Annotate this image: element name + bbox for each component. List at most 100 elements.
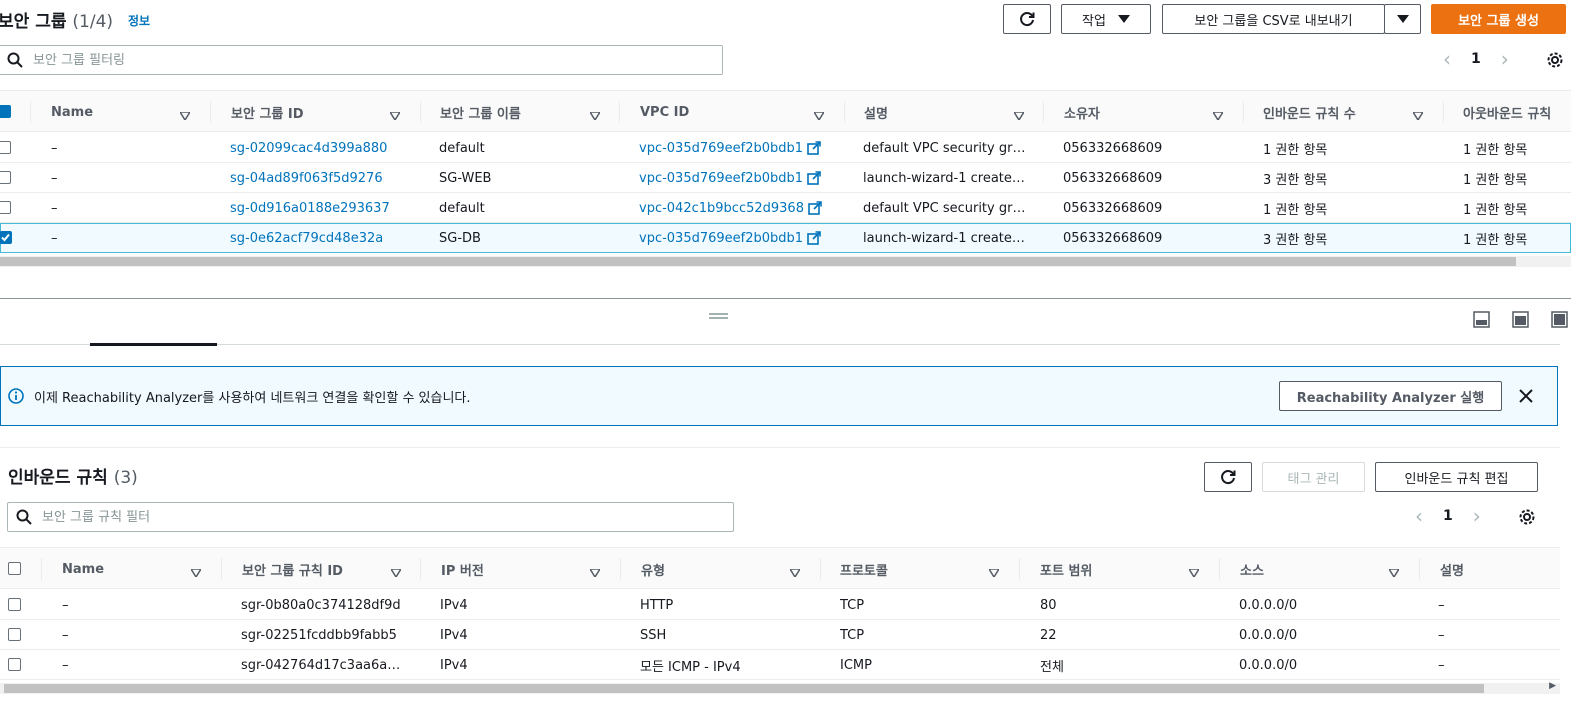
row-checkbox[interactable] [8, 628, 21, 641]
sort-icon[interactable] [189, 566, 203, 581]
sort-icon[interactable] [178, 109, 192, 124]
prev-page-icon[interactable]: ‹ [1443, 47, 1451, 71]
inbound-refresh-button[interactable] [1204, 462, 1252, 492]
table-row[interactable]: – sg-04ad89f063f5d9276 SG-WEB vpc-035d76… [0, 163, 1571, 193]
row-vpc-text[interactable]: vpc-035d769eef2b0bdb1 [639, 141, 803, 156]
table-row-selected[interactable]: – sg-0e62acf79cd48e32a SG-DB vpc-035d769… [0, 223, 1571, 253]
column-header-group-id[interactable]: 보안 그룹 ID [231, 91, 304, 133]
split-panel-divider [0, 298, 1571, 299]
column-header-rule-id[interactable]: 보안 그룹 규칙 ID [242, 548, 343, 590]
column-header-name[interactable]: Name [62, 548, 104, 590]
search-input[interactable] [33, 52, 684, 68]
sort-icon[interactable] [1012, 109, 1026, 124]
table-row[interactable]: – sg-02099cac4d399a880 default vpc-035d7… [0, 133, 1571, 163]
page-title: 보안 그룹 (1/4) [0, 7, 113, 32]
next-page-icon[interactable]: › [1473, 504, 1481, 528]
row-vpc-text[interactable]: vpc-035d769eef2b0bdb1 [639, 231, 803, 246]
column-header-protocol[interactable]: 프로토콜 [840, 548, 888, 590]
export-dropdown-button[interactable] [1384, 4, 1421, 34]
column-header-source[interactable]: 소스 [1240, 548, 1264, 590]
row-vpc-link[interactable]: vpc-035d769eef2b0bdb1 [639, 163, 821, 193]
prev-page-icon[interactable]: ‹ [1415, 504, 1423, 528]
horizontal-scrollbar[interactable] [0, 256, 1571, 267]
row-group-id-link[interactable]: sg-02099cac4d399a880 [230, 133, 387, 163]
drag-handle-icon[interactable] [709, 313, 728, 320]
rule-port-range: 전체 [1040, 659, 1064, 675]
column-header-inbound-rules[interactable]: 인바운드 규칙 수 [1263, 91, 1356, 133]
table-row[interactable]: – sgr-0b80a0c374128df9d IPv4 HTTP TCP 80… [0, 590, 1560, 620]
settings-gear-icon[interactable] [1546, 51, 1564, 69]
export-csv-button[interactable]: 보안 그룹을 CSV로 내보내기 [1162, 4, 1385, 34]
settings-gear-icon[interactable] [1518, 508, 1536, 526]
row-group-id-link[interactable]: sg-0e62acf79cd48e32a [230, 223, 383, 253]
scrollbar-thumb[interactable] [0, 257, 1516, 266]
close-icon[interactable] [1519, 389, 1533, 403]
sort-icon[interactable] [588, 109, 602, 124]
scroll-right-icon[interactable]: ▶ [1549, 681, 1556, 691]
column-header-outbound-rules[interactable]: 아웃바운드 규칙 [1463, 91, 1551, 133]
manage-tags-button[interactable]: 태그 관리 [1262, 462, 1365, 492]
split-bottom-icon[interactable] [1473, 311, 1490, 328]
sort-icon[interactable] [388, 109, 402, 124]
row-checkbox[interactable] [0, 171, 11, 184]
sort-icon[interactable] [812, 109, 826, 124]
sort-icon[interactable] [987, 566, 1001, 581]
security-group-search[interactable] [0, 45, 723, 75]
edit-inbound-rules-button[interactable]: 인바운드 규칙 편집 [1375, 462, 1538, 492]
inbound-search-input[interactable] [42, 509, 695, 525]
next-page-icon[interactable]: › [1501, 47, 1509, 71]
column-header-name[interactable]: Name [51, 91, 93, 133]
info-link[interactable]: 정보 [128, 12, 150, 29]
external-link-icon[interactable] [807, 141, 821, 155]
row-vpc-link[interactable]: vpc-035d769eef2b0bdb1 [639, 223, 821, 253]
sort-icon[interactable] [588, 566, 602, 581]
column-header-type[interactable]: 유형 [641, 548, 665, 590]
inbound-rules-search[interactable] [7, 502, 734, 532]
inbound-horizontal-scrollbar[interactable]: ▶ [0, 681, 1560, 694]
column-header-description[interactable]: 설명 [864, 91, 888, 133]
sort-icon[interactable] [1387, 566, 1401, 581]
refresh-button[interactable] [1003, 4, 1051, 34]
column-header-group-name[interactable]: 보안 그룹 이름 [440, 91, 521, 133]
external-link-icon[interactable] [807, 171, 821, 185]
column-header-description[interactable]: 설명 [1440, 548, 1464, 590]
page-number[interactable]: 1 [1443, 508, 1453, 524]
row-checkbox[interactable] [8, 598, 21, 611]
row-vpc-link[interactable]: vpc-042c1b9bcc52d9368 [639, 193, 822, 223]
column-header-vpc-id[interactable]: VPC ID [640, 91, 689, 133]
sort-icon[interactable] [788, 566, 802, 581]
page-number[interactable]: 1 [1471, 51, 1481, 67]
sort-icon[interactable] [1187, 566, 1201, 581]
select-all-checkbox[interactable] [8, 562, 21, 575]
row-vpc-text[interactable]: vpc-035d769eef2b0bdb1 [639, 171, 803, 186]
row-checkbox[interactable] [8, 658, 21, 671]
checkmark-icon [1, 233, 10, 242]
row-checkbox[interactable] [0, 201, 11, 214]
sort-icon[interactable] [1411, 109, 1425, 124]
row-vpc-link[interactable]: vpc-035d769eef2b0bdb1 [639, 133, 821, 163]
table-row[interactable]: – sgr-02251fcddbb9fabb5 IPv4 SSH TCP 22 … [0, 620, 1560, 650]
row-checkbox-checked[interactable] [0, 231, 12, 244]
sort-icon[interactable] [1211, 109, 1225, 124]
row-group-id-link[interactable]: sg-0d916a0188e293637 [230, 193, 390, 223]
row-checkbox[interactable] [0, 141, 11, 154]
column-header-owner[interactable]: 소유자 [1064, 91, 1100, 133]
select-all-checkbox[interactable] [0, 105, 11, 118]
split-side-icon[interactable] [1512, 311, 1529, 328]
rule-source: 0.0.0.0/0 [1239, 657, 1298, 673]
reachability-analyzer-button[interactable]: Reachability Analyzer 실행 [1279, 381, 1502, 411]
sort-icon[interactable] [389, 566, 403, 581]
tab-active-indicator[interactable] [90, 343, 217, 346]
scrollbar-thumb[interactable] [4, 684, 1484, 693]
external-link-icon[interactable] [808, 201, 822, 215]
actions-button[interactable]: 작업 [1061, 4, 1151, 34]
split-full-icon[interactable] [1551, 311, 1568, 328]
table-row[interactable]: – sg-0d916a0188e293637 default vpc-042c1… [0, 193, 1571, 223]
table-row[interactable]: – sgr-042764d17c3aa6a… IPv4 모든 ICMP - IP… [0, 650, 1560, 680]
external-link-icon[interactable] [807, 231, 821, 245]
create-security-group-button[interactable]: 보안 그룹 생성 [1431, 4, 1566, 34]
column-header-port-range[interactable]: 포트 범위 [1040, 548, 1092, 590]
row-vpc-text[interactable]: vpc-042c1b9bcc52d9368 [639, 201, 804, 216]
row-group-id-link[interactable]: sg-04ad89f063f5d9276 [230, 163, 383, 193]
column-header-ip-version[interactable]: IP 버전 [441, 548, 484, 590]
